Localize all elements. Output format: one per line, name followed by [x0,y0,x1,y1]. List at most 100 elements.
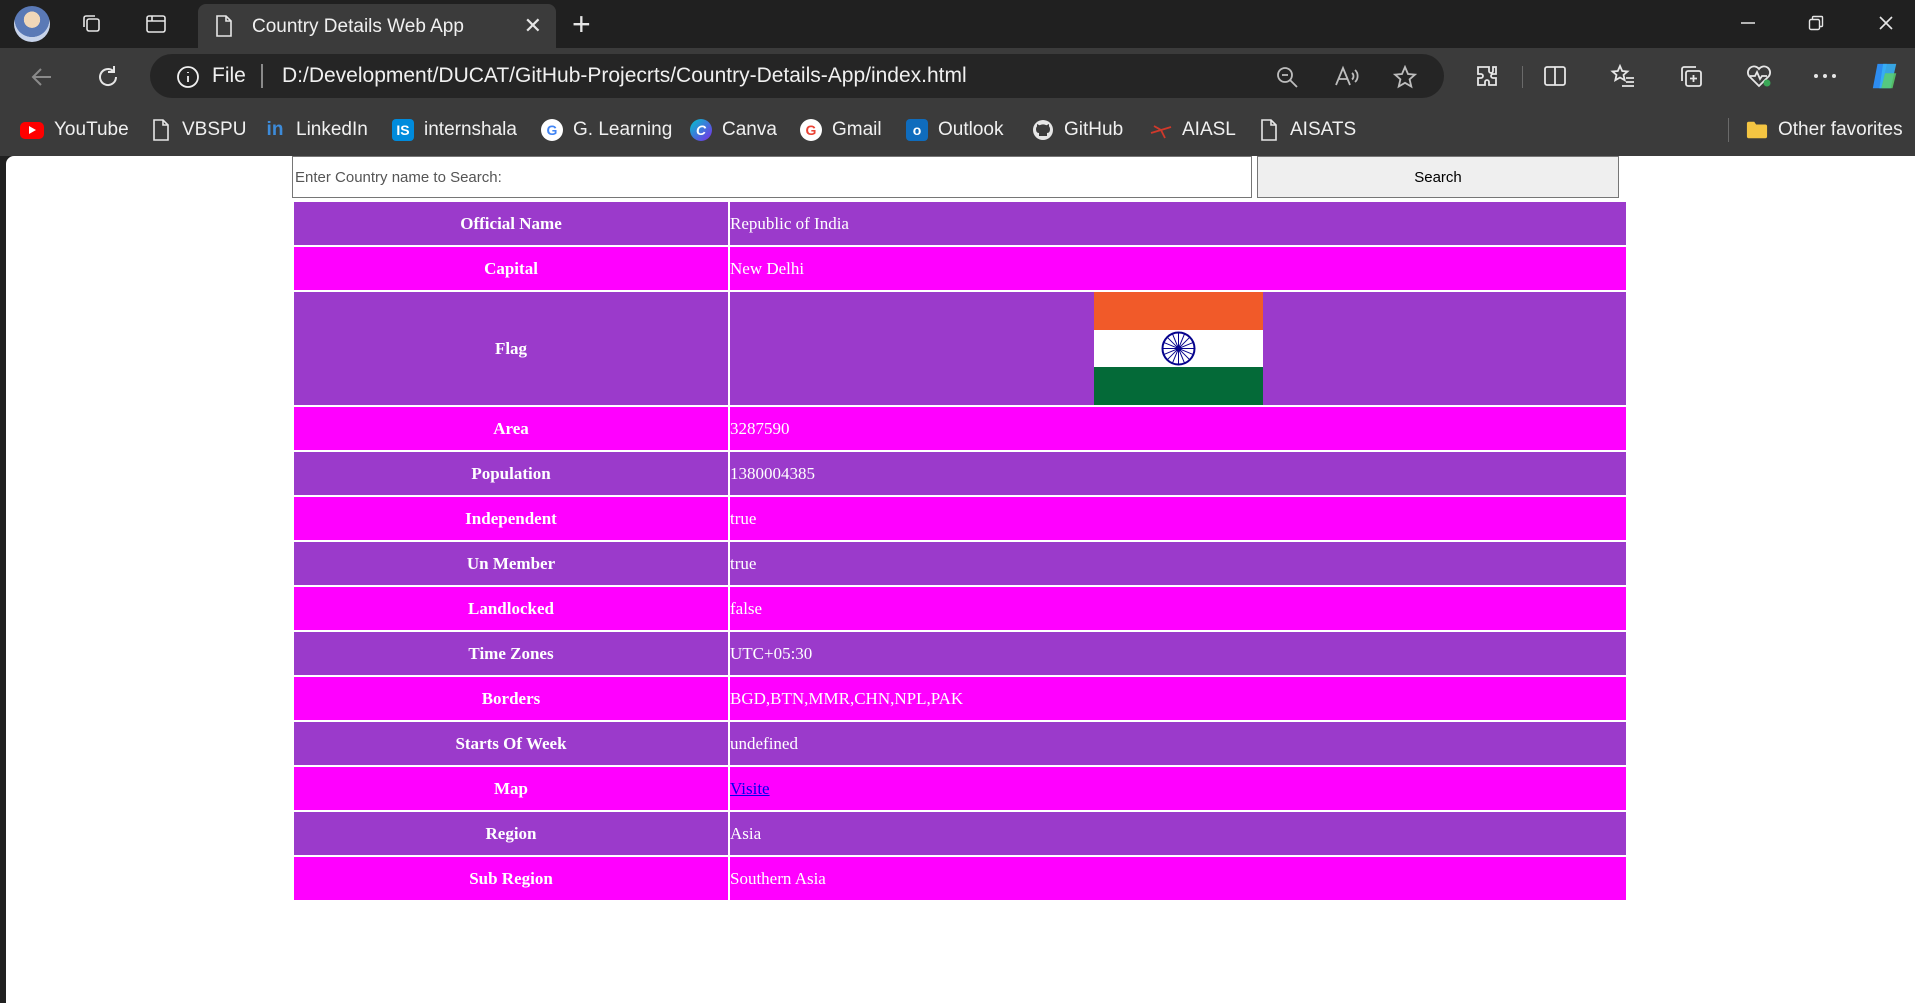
bookmark-label: AISATS [1290,119,1357,140]
table-row: Map Visite [294,767,1626,810]
other-favorites-folder[interactable]: Other favorites [1746,117,1903,143]
bookmark-aiasl[interactable]: AIASL [1150,117,1236,143]
page-icon [1258,119,1280,141]
row-label: Flag [294,292,728,405]
row-label: Starts Of Week [294,722,728,765]
favorite-star-icon[interactable] [1392,64,1418,90]
bookmark-canva[interactable]: C Canva [690,117,777,143]
restore-icon[interactable] [1796,8,1836,38]
map-link[interactable]: Visite [730,779,770,798]
independent-value: true [730,497,1626,540]
row-label: Borders [294,677,728,720]
flag-cell [730,292,1626,405]
map-cell: Visite [730,767,1626,810]
country-details-table: Official Name Republic of India Capital … [292,200,1628,902]
navigation-toolbar: File D:/Development/DUCAT/GitHub-Projecr… [0,48,1915,104]
outlook-icon: o [906,119,928,141]
row-label: Capital [294,247,728,290]
bookmark-gmail[interactable]: G Gmail [800,117,882,143]
table-row: Borders BGD,BTN,MMR,CHN,NPL,PAK [294,677,1626,720]
linkedin-icon: in [266,119,284,140]
table-row: Landlocked false [294,587,1626,630]
internshala-icon: IS [392,119,414,141]
bookmarks-bar: YouTube VBSPU in LinkedIn IS internshala… [0,104,1915,156]
bookmark-linkedin[interactable]: in LinkedIn [264,117,368,143]
bookmark-outlook[interactable]: o Outlook [906,117,1003,143]
other-favorites-label: Other favorites [1778,119,1903,140]
sub-region-value: Southern Asia [730,857,1626,900]
info-icon[interactable] [176,65,200,94]
bookmark-vbspu[interactable]: VBSPU [150,117,246,143]
table-row: Un Member true [294,542,1626,585]
bookmark-youtube[interactable]: YouTube [20,117,129,143]
search-button[interactable]: Search [1257,156,1619,198]
extensions-icon[interactable] [1472,61,1502,91]
aiasl-icon [1150,119,1172,141]
bookmark-internshala[interactable]: IS internshala [392,117,517,143]
tab-title: Country Details Web App [252,16,464,37]
table-row: Starts Of Week undefined [294,722,1626,765]
copilot-icon[interactable] [1870,61,1900,91]
bookmark-label: AIASL [1182,119,1236,140]
row-label: Independent [294,497,728,540]
bookmark-aisats[interactable]: AISATS [1258,117,1356,143]
bookmark-label: VBSPU [182,119,247,140]
more-options-icon[interactable] [1810,61,1840,91]
region-value: Asia [730,812,1626,855]
active-tab[interactable]: Country Details Web App ✕ [198,4,556,48]
page-viewport: Search Official Name Republic of India C… [6,156,1915,1003]
table-row: Independent true [294,497,1626,540]
table-row: Population 1380004385 [294,452,1626,495]
profile-avatar[interactable] [14,6,50,42]
table-row: Official Name Republic of India [294,202,1626,245]
close-tab-icon[interactable]: ✕ [524,13,542,39]
starts-of-week-value: undefined [730,722,1626,765]
bookmark-label: internshala [424,119,517,140]
bookmark-label: YouTube [54,119,129,140]
url-text[interactable]: D:/Development/DUCAT/GitHub-Projecrts/Co… [282,64,967,88]
row-label: Map [294,767,728,810]
address-bar[interactable]: File D:/Development/DUCAT/GitHub-Projecr… [150,54,1444,98]
row-label: Landlocked [294,587,728,630]
google-icon: G [800,119,822,141]
table-row: Area 3287590 [294,407,1626,450]
close-window-icon[interactable] [1866,8,1906,38]
row-label: Official Name [294,202,728,245]
browser-essentials-icon[interactable] [1744,61,1774,91]
bookmark-label: Gmail [832,119,882,140]
official-name-value: Republic of India [730,202,1626,245]
minimize-icon[interactable] [1728,8,1768,38]
address-separator [261,64,263,88]
population-value: 1380004385 [730,452,1626,495]
landlocked-value: false [730,587,1626,630]
country-flag-image [1093,292,1263,405]
row-label: Area [294,407,728,450]
area-value: 3287590 [730,407,1626,450]
scheme-label: File [212,64,246,87]
workspaces-icon[interactable] [76,8,108,40]
page-icon [214,15,234,42]
bookmark-label: Canva [722,119,777,140]
google-icon: G [541,119,563,141]
canva-icon: C [690,119,712,141]
table-row: Capital New Delhi [294,247,1626,290]
refresh-icon[interactable] [92,61,124,93]
bookmark-github[interactable]: GitHub [1032,117,1123,143]
borders-value: BGD,BTN,MMR,CHN,NPL,PAK [730,677,1626,720]
bookmark-label: GitHub [1064,119,1124,140]
bookmark-label: G. Learning [573,119,673,140]
bookmark-g-learning[interactable]: G G. Learning [541,117,672,143]
folder-icon [1746,119,1768,141]
page-icon [150,119,172,141]
read-aloud-icon[interactable] [1334,64,1360,90]
back-arrow-icon[interactable] [26,61,58,93]
tab-actions-icon[interactable] [140,8,172,40]
new-tab-button[interactable]: + [572,6,591,43]
capital-value: New Delhi [730,247,1626,290]
favorites-list-icon[interactable] [1608,61,1638,91]
split-screen-icon[interactable] [1540,61,1570,91]
collections-icon[interactable] [1676,61,1706,91]
zoom-out-icon[interactable] [1274,64,1300,90]
table-row: Region Asia [294,812,1626,855]
country-search-input[interactable] [292,156,1252,198]
